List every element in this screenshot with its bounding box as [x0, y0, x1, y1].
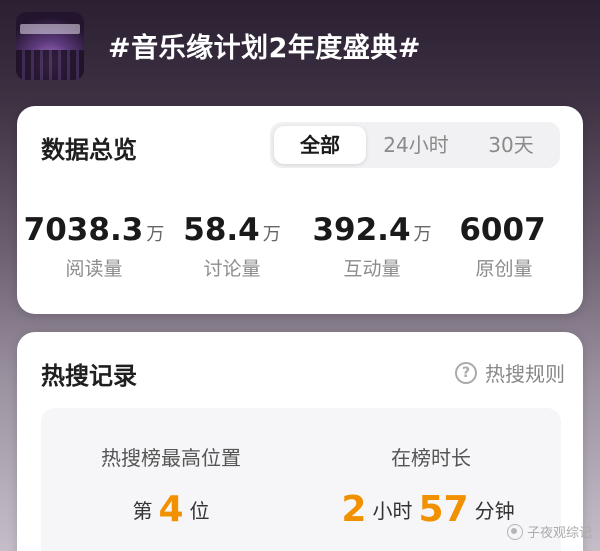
stat-unit: 万 — [262, 224, 281, 245]
stat-value: 392.4 — [312, 212, 411, 248]
highest-position-label: 热搜榜最高位置 — [101, 446, 241, 470]
stats-row: 7038.3 万 阅读量 58.4 万 讨论量 392.4 万 互动量 6007 原创… — [17, 212, 583, 292]
duration-label: 在榜时长 — [391, 446, 471, 470]
stat-value: 7038.3 — [23, 212, 144, 248]
hot-search-card: 热搜记录 ? 热搜规则 热搜榜最高位置 第4位 在榜时长 2 小时 57 分钟 — [17, 332, 583, 551]
cover-banner — [20, 24, 80, 34]
hot-search-title: 热搜记录 — [41, 362, 137, 390]
tab-24h[interactable]: 24小时 — [368, 126, 464, 164]
stat-label: 阅读量 — [65, 258, 123, 280]
watermark-text: 子夜观综记 — [526, 526, 592, 541]
tab-30d[interactable]: 30天 — [466, 126, 556, 164]
stat-interactions: 392.4 万 互动量 — [297, 212, 447, 281]
duration-hours-unit: 小时 — [372, 499, 413, 523]
stat-reads: 7038.3 万 阅读量 — [19, 212, 169, 281]
topic-title: #音乐缘计划2年度盛典# — [108, 33, 422, 64]
position-prefix: 第 — [132, 499, 153, 523]
stat-label: 互动量 — [343, 258, 401, 280]
watermark-logo-icon — [506, 523, 523, 540]
highest-position: 热搜榜最高位置 第4位 — [41, 408, 301, 530]
stat-label: 讨论量 — [203, 258, 261, 280]
time-range-tabs: 全部 24小时 30天 — [270, 122, 560, 168]
duration-minutes-unit: 分钟 — [474, 499, 515, 523]
duration-minutes: 57 — [418, 489, 469, 530]
duration-hours: 2 — [341, 489, 367, 530]
stat-discussions: 58.4 万 讨论量 — [157, 212, 307, 281]
stat-label: 原创量 — [475, 258, 533, 280]
position-suffix: 位 — [189, 499, 210, 523]
position-value: 4 — [158, 489, 184, 530]
tab-all[interactable]: 全部 — [274, 126, 366, 164]
overview-title: 数据总览 — [41, 136, 137, 164]
watermark: 子夜观综记 — [506, 522, 592, 541]
data-overview-card: 数据总览 全部 24小时 30天 7038.3 万 阅读量 58.4 万 讨论量 3… — [17, 106, 583, 314]
rules-label: 热搜规则 — [485, 362, 565, 386]
topic-cover-image[interactable] — [16, 12, 84, 80]
hot-search-rules-link[interactable]: ? 热搜规则 — [455, 358, 565, 387]
hot-search-stats-box: 热搜榜最高位置 第4位 在榜时长 2 小时 57 分钟 — [41, 408, 561, 551]
question-circle-icon: ? — [455, 361, 477, 384]
on-list-duration: 在榜时长 2 小时 57 分钟 — [301, 408, 561, 530]
topic-header: #音乐缘计划2年度盛典# — [0, 0, 600, 100]
cover-performers — [16, 50, 84, 80]
stat-value: 58.4 — [183, 212, 260, 248]
stat-originals: 6007 原创量 — [429, 212, 579, 281]
stat-value: 6007 — [459, 212, 546, 248]
